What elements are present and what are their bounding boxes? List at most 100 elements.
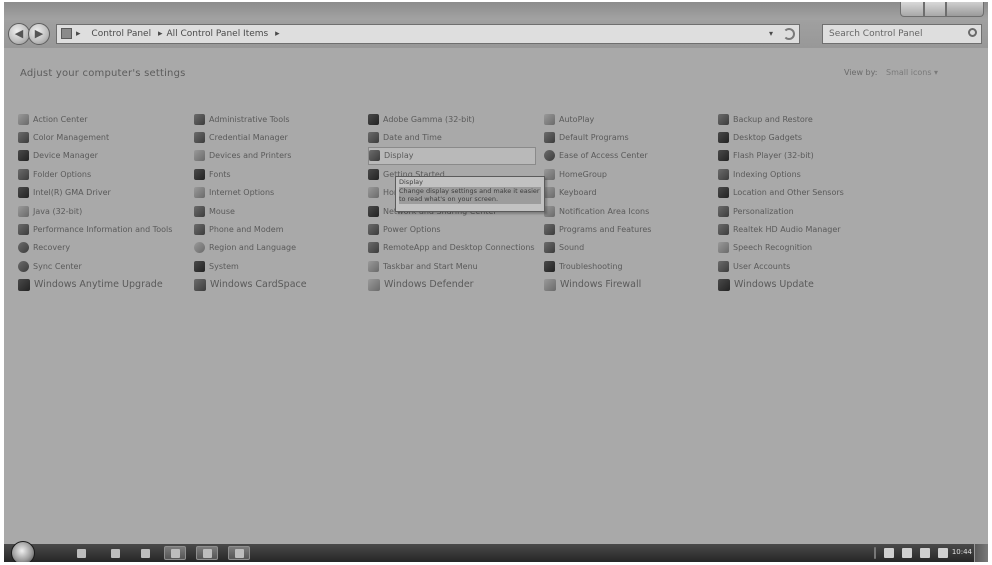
- cp-item-folder-options[interactable]: Folder Options: [18, 165, 172, 183]
- navigation-bar: ◀ ▶ ▸ Control Panel ▸ All Control Panel I…: [4, 20, 988, 48]
- window-controls: [900, 2, 984, 18]
- cp-item-phone-modem[interactable]: Phone and Modem: [194, 220, 307, 238]
- cp-item-desktop-gadgets[interactable]: Desktop Gadgets: [718, 128, 844, 146]
- cp-item-system[interactable]: System: [194, 257, 307, 275]
- cp-item-indexing-options[interactable]: Indexing Options: [718, 165, 844, 183]
- media-icon: [110, 548, 120, 558]
- cp-item-java[interactable]: Java (32-bit): [18, 202, 172, 220]
- taskbar: 10:44: [4, 541, 988, 562]
- app-icon: [140, 548, 150, 558]
- cp-item-devices-printers[interactable]: Devices and Printers: [194, 147, 307, 165]
- cp-item-administrative-tools[interactable]: Administrative Tools: [194, 110, 307, 128]
- cp-item-remoteapp[interactable]: RemoteApp and Desktop Connections: [368, 239, 536, 257]
- taskbar-app-control-panel[interactable]: [228, 546, 250, 560]
- breadcrumb-separator: ▸: [275, 29, 280, 39]
- tray-network-icon[interactable]: [938, 548, 948, 558]
- cp-item-default-programs[interactable]: Default Programs: [544, 128, 651, 146]
- cp-item-credential-manager[interactable]: Credential Manager: [194, 128, 307, 146]
- back-button[interactable]: ◀: [8, 23, 30, 45]
- cp-item-autoplay[interactable]: AutoPlay: [544, 110, 651, 128]
- address-dropdown-icon[interactable]: ▾: [769, 25, 773, 43]
- cp-item-notification-icons[interactable]: Notification Area Icons: [544, 202, 651, 220]
- cp-item-internet-options[interactable]: Internet Options: [194, 184, 307, 202]
- cp-item-keyboard[interactable]: Keyboard: [544, 184, 651, 202]
- cp-item-power-options[interactable]: Power Options: [368, 220, 536, 238]
- control-panel-icon: [61, 28, 72, 39]
- tray-monitor-icon[interactable]: [884, 548, 894, 558]
- breadcrumb-control-panel[interactable]: Control Panel: [91, 29, 151, 39]
- taskbar-app-media[interactable]: [104, 546, 126, 560]
- cp-item-troubleshooting[interactable]: Troubleshooting: [544, 257, 651, 275]
- cp-item-date-time[interactable]: Date and Time: [368, 128, 536, 146]
- sensors-icon: [718, 187, 729, 199]
- cp-item-recovery[interactable]: Recovery: [18, 239, 172, 257]
- cp-item-homegroup[interactable]: HomeGroup: [544, 165, 651, 183]
- tray-flag-icon[interactable]: [920, 548, 930, 558]
- homegroup-icon: [544, 168, 555, 180]
- close-button[interactable]: [946, 2, 984, 17]
- cp-item-windows-firewall[interactable]: Windows Firewall: [544, 276, 651, 294]
- taskbar-app-explorer[interactable]: [70, 546, 92, 560]
- cp-item-adobe-gamma[interactable]: Adobe Gamma (32-bit): [368, 110, 536, 128]
- gadgets-icon: [718, 132, 729, 144]
- cp-item-user-accounts[interactable]: User Accounts: [718, 257, 844, 275]
- cp-item-sync-center[interactable]: Sync Center: [18, 257, 172, 275]
- cp-item-sound[interactable]: Sound: [544, 239, 651, 257]
- minimize-button[interactable]: [900, 2, 924, 17]
- show-desktop-button[interactable]: [974, 544, 988, 562]
- cp-item-flash-player[interactable]: Flash Player (32-bit): [718, 147, 844, 165]
- address-bar[interactable]: ▸ Control Panel ▸ All Control Panel Items…: [56, 24, 800, 44]
- cp-item-backup-restore[interactable]: Backup and Restore: [718, 110, 844, 128]
- backup-icon: [718, 113, 729, 125]
- view-by-label: View by:: [844, 68, 878, 77]
- search-icon[interactable]: [968, 28, 977, 37]
- refresh-icon[interactable]: [783, 28, 795, 40]
- keyboard-icon: [544, 187, 555, 199]
- credential-icon: [194, 132, 205, 144]
- cp-item-display[interactable]: Display: [368, 146, 536, 166]
- cp-item-action-center[interactable]: Action Center: [18, 110, 172, 128]
- default-programs-icon: [544, 132, 555, 144]
- device-manager-icon: [18, 150, 29, 162]
- cp-item-fonts[interactable]: Fonts: [194, 165, 307, 183]
- breadcrumb-all-items[interactable]: All Control Panel Items: [167, 29, 269, 39]
- forward-button[interactable]: ▶: [28, 23, 50, 45]
- view-by-dropdown[interactable]: Small icons ▾: [886, 68, 938, 77]
- control-panel-icon: [234, 548, 244, 558]
- items-column-1: Action Center Color Management Device Ma…: [18, 110, 172, 294]
- start-button[interactable]: [11, 541, 35, 562]
- admin-tools-icon: [194, 113, 205, 125]
- taskbar-app-5[interactable]: [196, 546, 218, 560]
- cp-item-ease-of-access[interactable]: Ease of Access Center: [544, 147, 651, 165]
- cp-item-realtek-audio[interactable]: Realtek HD Audio Manager: [718, 220, 844, 238]
- flag-icon: [18, 113, 29, 125]
- cp-item-device-manager[interactable]: Device Manager: [18, 147, 172, 165]
- cp-item-speech-recognition[interactable]: Speech Recognition: [718, 239, 844, 257]
- performance-icon: [18, 224, 29, 236]
- cp-item-windows-update[interactable]: Windows Update: [718, 276, 844, 294]
- tray-arrow-icon[interactable]: [902, 548, 912, 558]
- cp-item-cardspace[interactable]: Windows CardSpace: [194, 276, 307, 294]
- cp-item-location-sensors[interactable]: Location and Other Sensors: [718, 184, 844, 202]
- cp-item-anytime-upgrade[interactable]: Windows Anytime Upgrade: [18, 276, 172, 294]
- remoteapp-icon: [368, 242, 379, 254]
- taskbar-icon: [368, 260, 379, 272]
- taskbar-app-4[interactable]: [164, 546, 186, 560]
- search-input[interactable]: Search Control Panel: [822, 24, 982, 44]
- cp-item-programs-features[interactable]: Programs and Features: [544, 220, 651, 238]
- maximize-button[interactable]: [924, 2, 946, 17]
- cp-item-personalization[interactable]: Personalization: [718, 202, 844, 220]
- cp-item-performance[interactable]: Performance Information and Tools: [18, 220, 172, 238]
- cp-item-windows-defender[interactable]: Windows Defender: [368, 276, 536, 294]
- items-column-5: Backup and Restore Desktop Gadgets Flash…: [718, 110, 844, 294]
- clock[interactable]: 10:44: [952, 548, 972, 556]
- cp-item-taskbar-start[interactable]: Taskbar and Start Menu: [368, 257, 536, 275]
- power-icon: [368, 224, 379, 236]
- system-tray: [874, 547, 948, 559]
- cp-item-color-management[interactable]: Color Management: [18, 128, 172, 146]
- ease-of-access-icon: [544, 150, 555, 162]
- taskbar-app-3[interactable]: [134, 546, 156, 560]
- cp-item-region-language[interactable]: Region and Language: [194, 239, 307, 257]
- cp-item-mouse[interactable]: Mouse: [194, 202, 307, 220]
- cp-item-intel-gma[interactable]: Intel(R) GMA Driver: [18, 184, 172, 202]
